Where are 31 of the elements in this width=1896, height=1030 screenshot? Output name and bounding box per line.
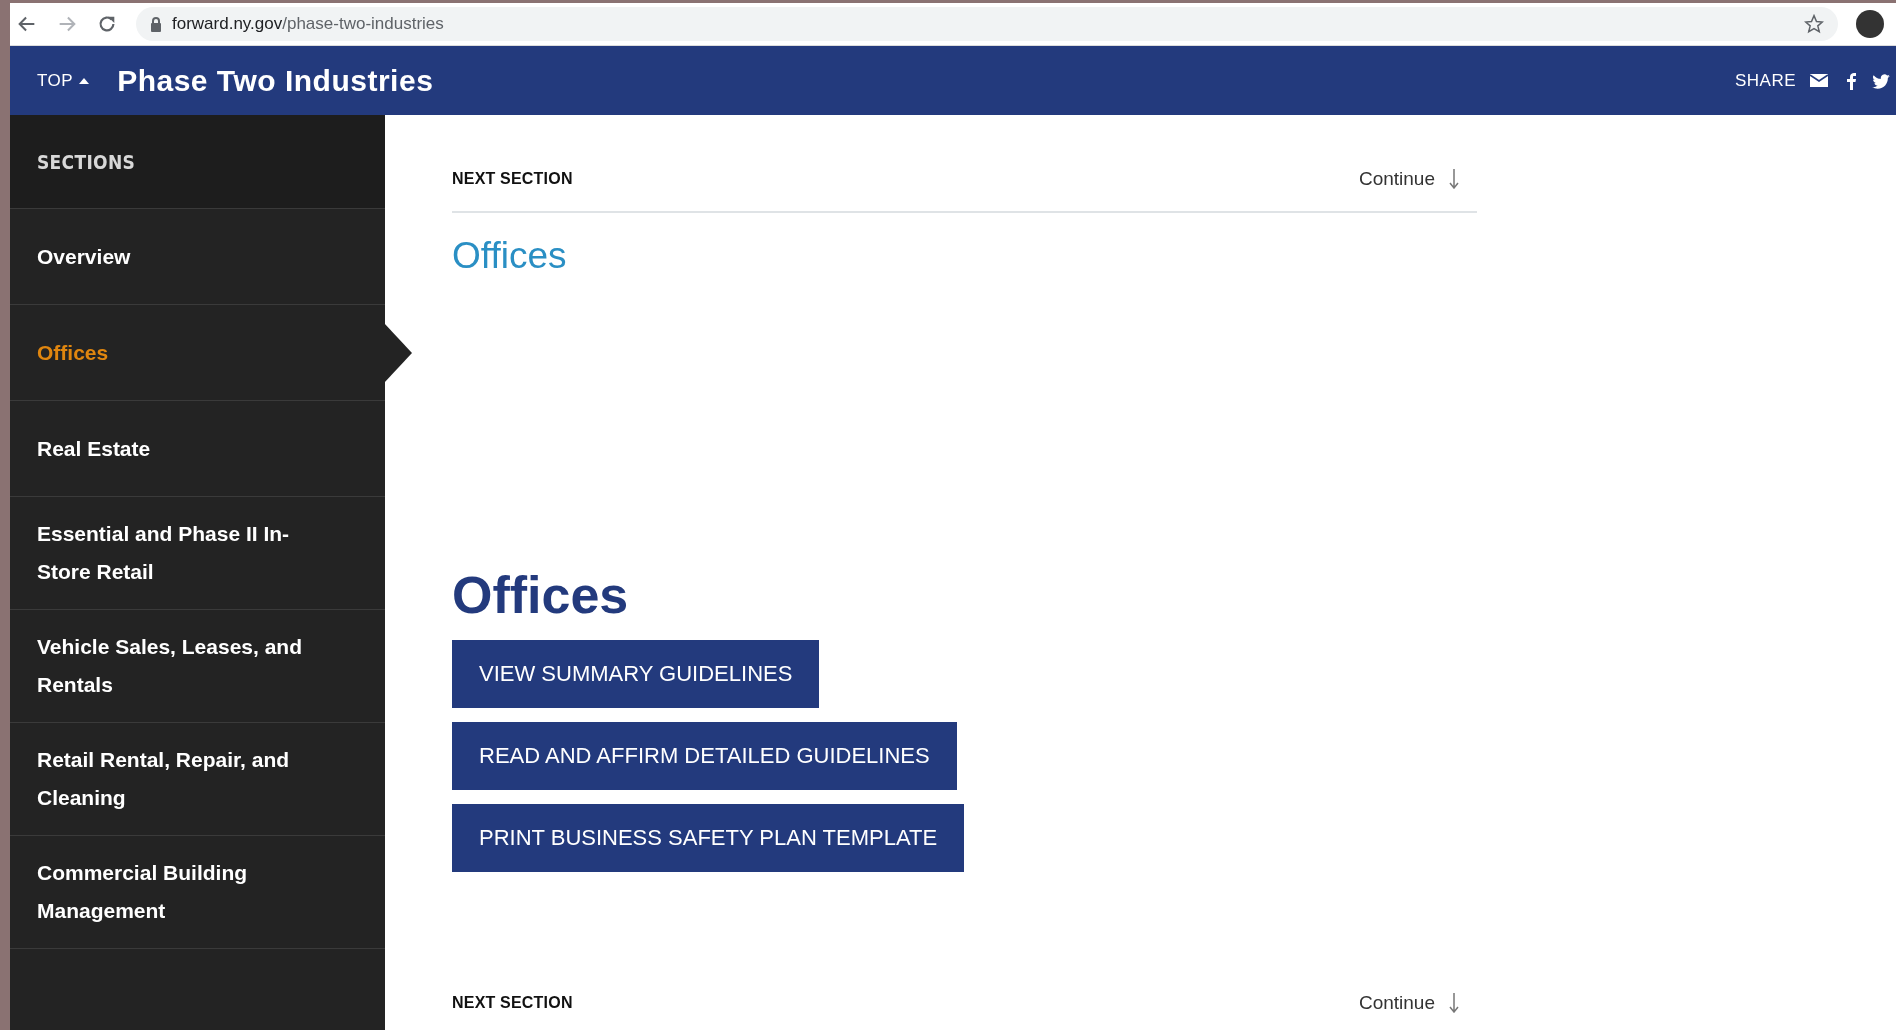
continue-link[interactable]: Continue xyxy=(1358,168,1459,190)
facebook-icon[interactable] xyxy=(1844,71,1856,90)
sidebar-item[interactable]: Vehicle Sales, Leases, and Rentals xyxy=(37,628,315,704)
sidebar-item[interactable]: Real Estate xyxy=(37,429,151,468)
section-heading: Offices xyxy=(452,567,629,625)
caret-up-icon xyxy=(79,77,90,84)
profile-avatar[interactable] xyxy=(1856,10,1884,38)
sidebar-item[interactable]: Retail Rental, Repair, and Cleaning xyxy=(37,741,315,817)
twitter-icon[interactable] xyxy=(1872,72,1890,89)
lock-icon xyxy=(150,16,162,32)
section-link[interactable]: Offices xyxy=(452,235,567,277)
sidebar-item[interactable]: Overview xyxy=(37,237,131,276)
next-section-label: NEXT SECTION xyxy=(452,994,573,1013)
mail-icon[interactable] xyxy=(1810,74,1828,87)
sidebar-item[interactable]: Commercial Building Management xyxy=(37,854,315,930)
bookmark-star-icon[interactable] xyxy=(1804,14,1824,34)
share-label: SHARE xyxy=(1734,70,1796,91)
next-section-label: NEXT SECTION xyxy=(452,170,573,188)
continue-link[interactable]: Continue xyxy=(1358,992,1459,1015)
guideline-button[interactable]: PRINT BUSINESS SAFETY PLAN TEMPLATE xyxy=(452,804,965,873)
sidebar-item[interactable]: Offices xyxy=(37,333,109,372)
guideline-button[interactable]: READ AND AFFIRM DETAILED GUIDELINES xyxy=(452,722,957,791)
down-arrow-icon xyxy=(1449,169,1459,189)
address-bar[interactable]: forward.ny.gov/phase-two-industries xyxy=(136,7,1838,41)
guideline-button[interactable]: VIEW SUMMARY GUIDELINES xyxy=(452,640,820,709)
url-text: forward.ny.gov/phase-two-industries xyxy=(172,14,444,34)
sidebar-item[interactable]: Essential and Phase II In-Store Retail xyxy=(37,515,315,591)
down-arrow-icon xyxy=(1449,993,1459,1014)
page-title: Phase Two Industries xyxy=(117,63,434,98)
top-link[interactable]: TOP xyxy=(37,70,90,91)
sidebar-heading: SECTIONS xyxy=(37,150,136,173)
